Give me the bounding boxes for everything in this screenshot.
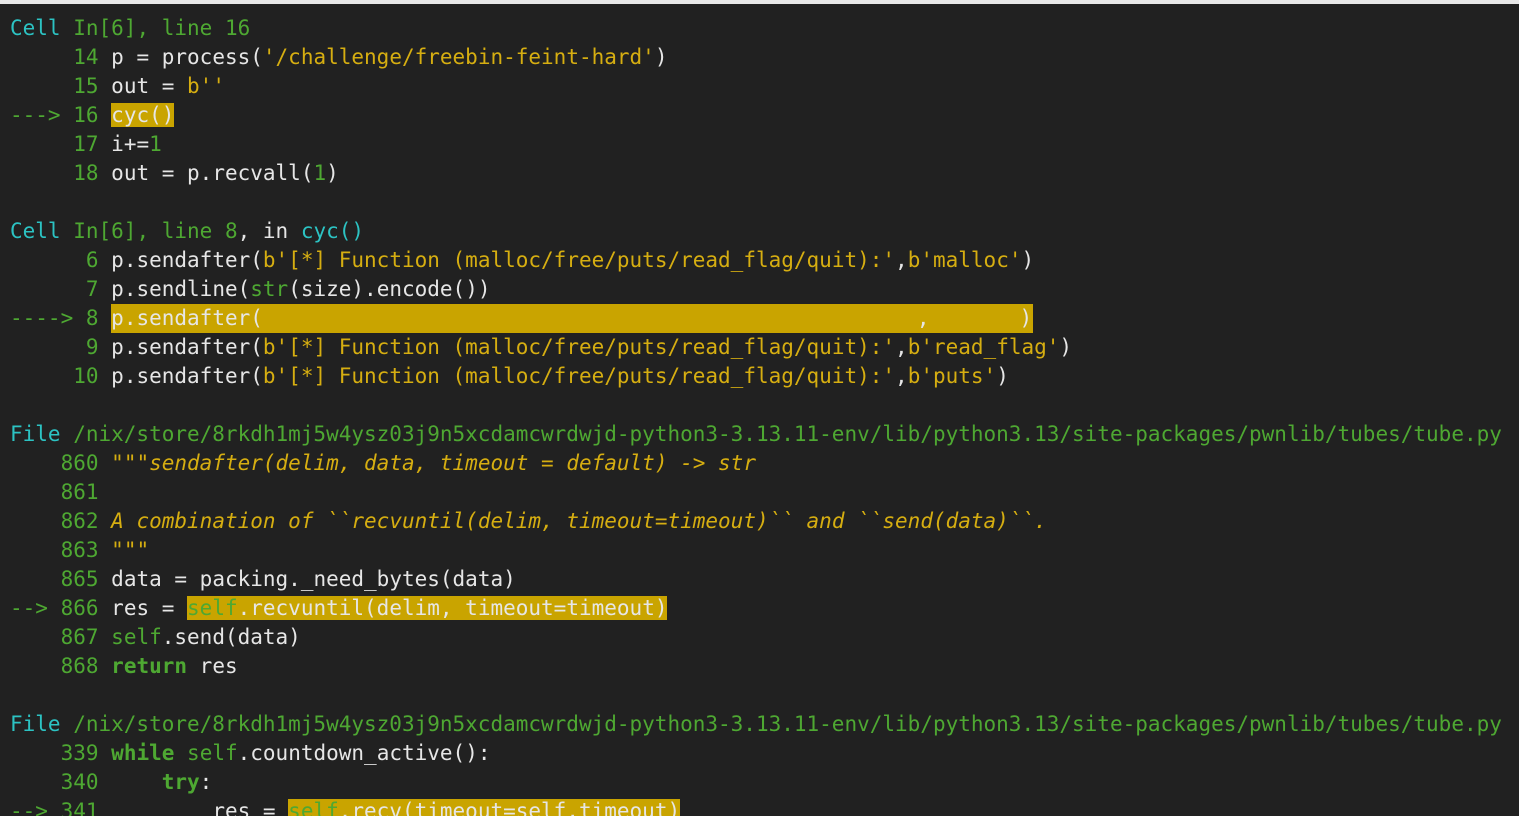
code-line: 339 while self.countdown_active():	[60, 741, 491, 765]
code-line: 7 p.sendline(str(size).encode())	[85, 277, 491, 301]
highlighted-call: self.recvuntil(delim, timeout=timeout)	[187, 596, 668, 620]
current-line: --> 866 res = self.recvuntil(delim, time…	[10, 596, 668, 620]
code-line: 6 p.sendafter(b'[*] Function (malloc/fre…	[85, 248, 1035, 272]
code-line: 15 out = b''	[73, 74, 225, 98]
code-line: 868 return res	[60, 654, 238, 678]
code-line: 860 """sendafter(delim, data, timeout = …	[60, 451, 756, 475]
cell-header: Cell In[6], line 16	[10, 16, 251, 40]
file-path: /nix/store/8rkdh1mj5w4ysz03j9n5xcdamcwrd…	[73, 712, 1502, 736]
highlighted-call: self.recv(timeout=self.timeout)	[288, 799, 681, 816]
cell-header: Cell In[6], line 8, in cyc()	[10, 219, 365, 243]
code-line: 340 try:	[60, 770, 213, 794]
code-line: 14 p = process('/challenge/freebin-feint…	[73, 45, 668, 69]
file-path: /nix/store/8rkdh1mj5w4ysz03j9n5xcdamcwrd…	[73, 422, 1502, 446]
code-line: 10 p.sendafter(b'[*] Function (malloc/fr…	[73, 364, 1009, 388]
code-line: 863 """	[60, 538, 150, 562]
highlighted-call: p.sendafter(,)	[111, 304, 1034, 333]
current-line: ---> 16 cyc()	[10, 103, 175, 127]
file-header: File /nix/store/8rkdh1mj5w4ysz03j9n5xcda…	[10, 422, 1502, 446]
code-line: 861	[60, 480, 99, 504]
code-line: 17 i+=1	[73, 132, 162, 156]
traceback-output: Cell In[6], line 16 14 p = process('/cha…	[0, 4, 1519, 816]
code-line: 862 A combination of ``recvuntil(delim, …	[60, 509, 1047, 533]
code-line: 865 data = packing._need_bytes(data)	[60, 567, 516, 591]
code-line: 18 out = p.recvall(1)	[73, 161, 339, 185]
code-line: 867 self.send(data)	[60, 625, 301, 649]
current-line: ----> 8 p.sendafter(,)	[10, 304, 1034, 333]
file-header: File /nix/store/8rkdh1mj5w4ysz03j9n5xcda…	[10, 712, 1502, 736]
current-line: --> 341 res = self.recv(timeout=self.tim…	[10, 797, 681, 816]
highlighted-call: cyc()	[111, 103, 175, 127]
code-line: 9 p.sendafter(b'[*] Function (malloc/fre…	[85, 335, 1073, 359]
